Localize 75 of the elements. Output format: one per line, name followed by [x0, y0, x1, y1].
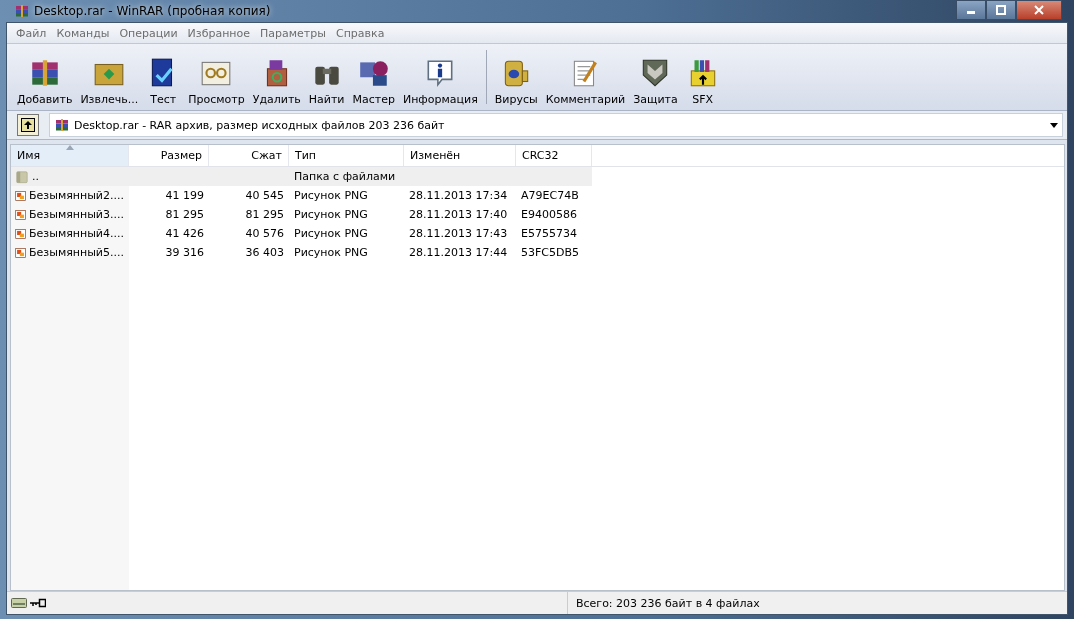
toolbar-button[interactable]: Информация — [398, 56, 482, 106]
file-row[interactable]: Безымянный2.... 41 199 40 545 Рисунок PNG 28.11.2013 17:34 A79EC74B — [11, 186, 592, 205]
toolbar-button[interactable]: SFX — [681, 56, 724, 106]
menu-item[interactable]: Справка — [330, 26, 390, 40]
toolbar-button[interactable]: Добавить — [13, 56, 77, 106]
table-cell-text: 40 576 — [244, 227, 285, 240]
toolbar-button[interactable]: Удалить — [248, 56, 305, 106]
table-cell-text: 28.11.2013 17:34 — [408, 189, 509, 202]
column-header[interactable]: Сжат — [209, 145, 289, 166]
toolbar-button[interactable]: Защита — [629, 56, 682, 106]
menu-item[interactable]: Избранное — [182, 26, 256, 40]
image-file-icon — [15, 207, 27, 222]
file-row[interactable]: Безымянный4.... 41 426 40 576 Рисунок PNG 28.11.2013 17:43 E5755734 — [11, 224, 592, 243]
file-name: Безымянный5.... — [29, 246, 124, 259]
toolbar-button[interactable]: Тест — [142, 56, 185, 106]
table-cell-text: 53FC5DB5 — [520, 246, 581, 259]
column-header[interactable]: Тип — [289, 145, 404, 166]
toolbar-button[interactable]: Комментарий — [541, 56, 630, 106]
archive-icon — [54, 117, 70, 133]
file-name: Безымянный4.... — [29, 227, 124, 240]
column-header[interactable]: CRC32 — [516, 145, 592, 166]
toolbar-button[interactable]: Найти — [304, 56, 349, 106]
menu-item[interactable]: Параметры — [255, 26, 331, 40]
table-cell-text: 36 403 — [244, 246, 285, 259]
table-cell-text: 28.11.2013 17:44 — [408, 246, 509, 259]
toolbar-button[interactable]: Мастер — [348, 56, 399, 106]
table-cell-text: A79EC74B — [520, 189, 580, 202]
toolbar-button[interactable]: Вирусы — [490, 56, 542, 106]
minimize-button[interactable] — [956, 0, 986, 20]
toolbar-button[interactable]: Извлечь... — [76, 56, 143, 106]
maximize-icon — [996, 5, 1006, 15]
menu-item[interactable]: Команды — [51, 26, 115, 40]
up-folder-button[interactable] — [17, 114, 39, 136]
table-cell-text: 81 295 — [164, 208, 205, 221]
table-cell-text: Рисунок PNG — [293, 227, 369, 240]
close-button[interactable] — [1016, 0, 1062, 20]
table-cell-text: E5755734 — [520, 227, 578, 240]
table-cell-text: Рисунок PNG — [293, 208, 369, 221]
dropdown-caret-icon — [1050, 122, 1058, 128]
table-cell-text: 41 426 — [164, 227, 205, 240]
archive-path-field[interactable]: Desktop.rar - RAR архив, размер исходных файлов 203 236 байт — [49, 113, 1063, 137]
table-cell-text: 81 295 — [244, 208, 285, 221]
key-icon — [30, 598, 46, 608]
close-icon — [1034, 5, 1044, 15]
column-header[interactable]: Изменён — [404, 145, 516, 166]
file-row[interactable]: Безымянный3.... 81 295 81 295 Рисунок PNG 28.11.2013 17:40 E9400586 — [11, 205, 592, 224]
menu-item[interactable]: Операции — [114, 26, 183, 40]
sort-arrow-icon — [66, 145, 74, 150]
table-cell-text: 41 199 — [164, 189, 205, 202]
toolbar-button[interactable]: Просмотр — [184, 56, 249, 106]
image-file-icon — [15, 245, 27, 260]
table-cell-text: Папка с файлами — [293, 170, 397, 183]
column-header[interactable]: Размер — [129, 145, 209, 166]
image-file-icon — [15, 226, 27, 241]
file-name: Безымянный3.... — [29, 208, 124, 221]
app-icon — [14, 3, 30, 19]
file-name: .. — [32, 170, 39, 183]
maximize-button[interactable] — [986, 0, 1016, 20]
drive-icon — [11, 597, 27, 609]
table-cell-text: E9400586 — [520, 208, 578, 221]
file-name: Безымянный2.... — [29, 189, 124, 202]
menu-item[interactable]: Файл — [11, 26, 52, 40]
image-file-icon — [15, 188, 27, 203]
table-cell-text: 40 545 — [244, 189, 285, 202]
file-row[interactable]: Безымянный5.... 39 316 36 403 Рисунок PNG 28.11.2013 17:44 53FC5DB5 — [11, 243, 592, 262]
up-arrow-icon — [21, 118, 35, 132]
file-row[interactable]: .. Папка с файлами — [11, 167, 592, 186]
column-header[interactable]: Имя — [11, 145, 129, 166]
table-cell-text: 39 316 — [164, 246, 205, 259]
status-text: Всего: 203 236 байт в 4 файлах — [575, 596, 760, 610]
table-cell-text: Рисунок PNG — [293, 189, 369, 202]
table-cell-text: 28.11.2013 17:43 — [408, 227, 509, 240]
table-cell-text: 28.11.2013 17:40 — [408, 208, 509, 221]
window-title: Desktop.rar - WinRAR (пробная копия) — [34, 4, 271, 18]
table-cell-text: Рисунок PNG — [293, 246, 369, 259]
